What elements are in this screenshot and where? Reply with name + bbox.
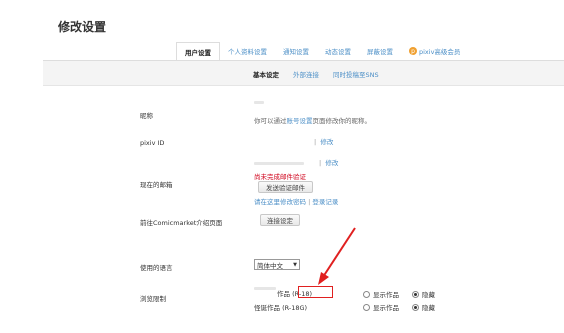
left-margin — [0, 0, 43, 333]
settings-page: 修改设置 用户设置 个人资料设置 通知设置 动态设置 屏蔽设置 p pixiv高… — [43, 6, 564, 333]
annotation-arrow-line — [322, 227, 356, 278]
annotation-arrow-icon — [318, 227, 356, 285]
annotation-arrow-head — [318, 272, 329, 285]
